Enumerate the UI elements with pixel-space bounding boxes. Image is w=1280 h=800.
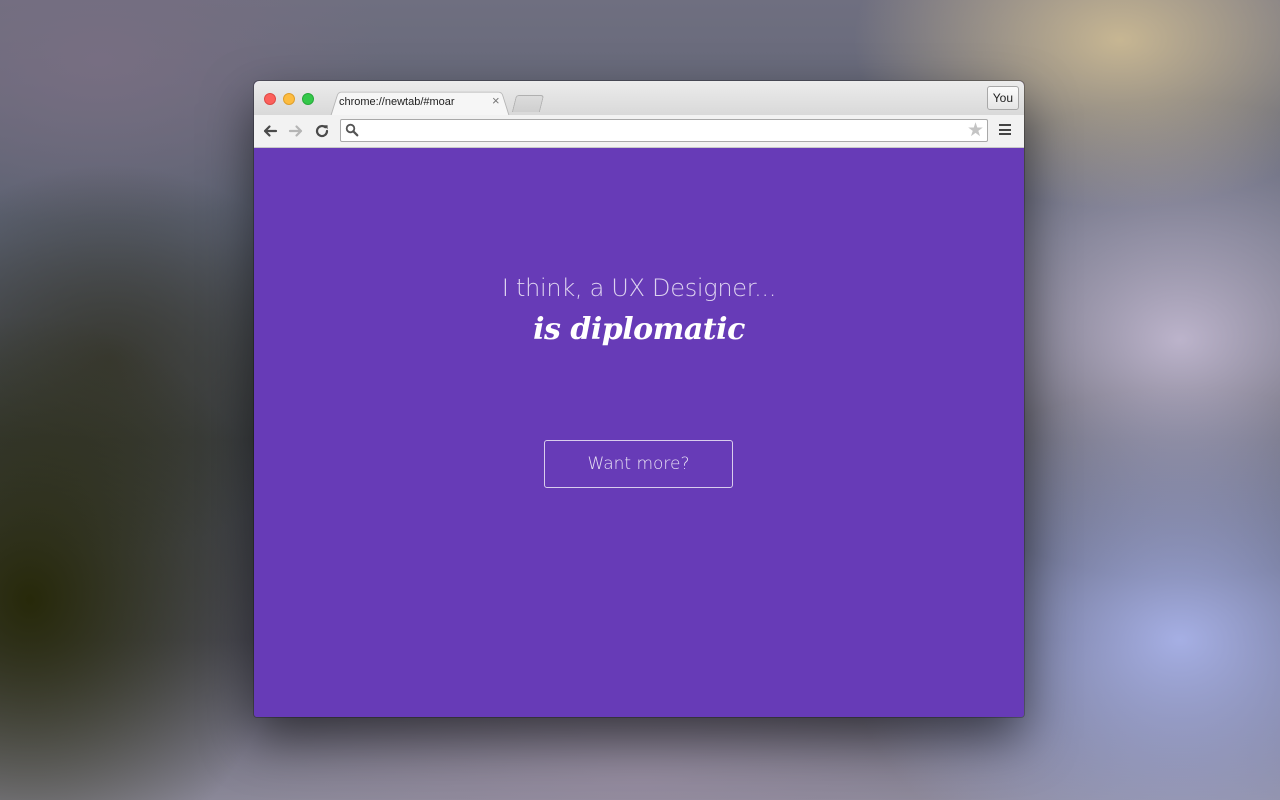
- trait-text: is diplomatic: [533, 312, 745, 347]
- address-bar[interactable]: ★: [340, 119, 988, 142]
- title-bar: chrome://newtab/#moar × You: [254, 81, 1024, 117]
- profile-button[interactable]: You: [986, 86, 1019, 110]
- browser-window: chrome://newtab/#moar × You ★ I think, a…: [254, 81, 1024, 717]
- reload-button[interactable]: [313, 122, 331, 140]
- arrow-left-icon: [263, 125, 278, 137]
- arrow-right-icon: [288, 125, 303, 137]
- toolbar: ★: [254, 115, 1024, 148]
- tab-close-icon[interactable]: ×: [492, 94, 500, 108]
- minimize-window-button[interactable]: [283, 93, 295, 105]
- forward-button[interactable]: [287, 122, 305, 140]
- intro-text: I think, a UX Designer...: [501, 274, 777, 302]
- maximize-window-button[interactable]: [302, 93, 314, 105]
- close-window-button[interactable]: [264, 93, 276, 105]
- new-tab-page: I think, a UX Designer... is diplomatic …: [254, 148, 1024, 717]
- back-button[interactable]: [261, 122, 279, 140]
- tab-title: chrome://newtab/#moar: [339, 96, 455, 108]
- hamburger-menu-icon[interactable]: [999, 124, 1013, 138]
- star-icon[interactable]: ★: [967, 120, 984, 142]
- reload-icon: [315, 124, 329, 138]
- search-icon: [345, 123, 359, 137]
- address-input[interactable]: [363, 121, 957, 142]
- want-more-button[interactable]: Want more?: [544, 440, 733, 488]
- new-tab-button[interactable]: [511, 95, 545, 112]
